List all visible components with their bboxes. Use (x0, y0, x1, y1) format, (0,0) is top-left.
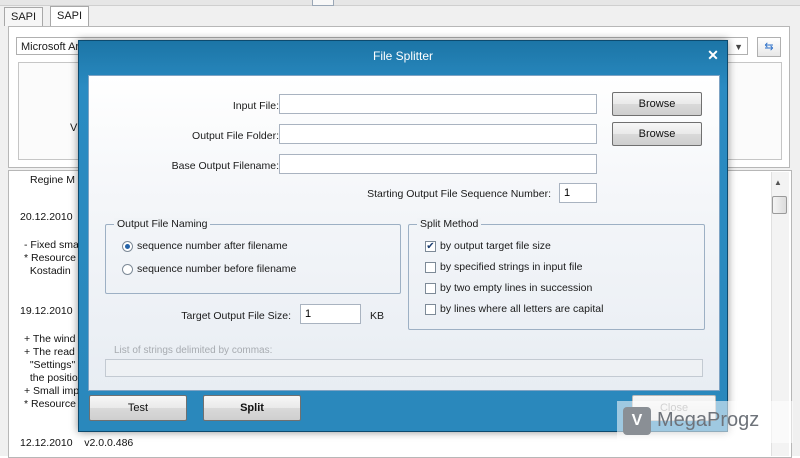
log-line: + Small imp (24, 385, 80, 397)
split-by-empty-lines-checkbox[interactable] (425, 283, 436, 294)
strings-list-field[interactable] (105, 359, 703, 377)
split-button[interactable]: Split (203, 395, 301, 421)
split-method-group: Split Method ✔ by output target file siz… (408, 218, 705, 330)
log-line: * Resource (24, 398, 76, 410)
browse-input-button[interactable]: Browse (612, 92, 702, 116)
log-line: "Settings" (24, 359, 76, 371)
close-icon[interactable]: ✕ (705, 46, 721, 64)
panel-label-fragment: V (70, 122, 78, 134)
split-by-strings-label[interactable]: by specified strings in input file (440, 261, 582, 273)
watermark: V MegaProgz (617, 401, 793, 443)
target-size-field[interactable] (300, 304, 361, 324)
top-button[interactable] (312, 0, 334, 6)
split-by-size-label[interactable]: by output target file size (440, 240, 551, 252)
output-folder-label: Output File Folder: (192, 130, 279, 142)
log-line: 12.12.2010 v2.0.0.486 (20, 437, 134, 449)
target-size-unit: KB (370, 310, 385, 322)
test-button[interactable]: Test (89, 395, 187, 421)
output-naming-legend: Output File Naming (114, 218, 211, 230)
output-naming-group: Output File Naming sequence number after… (105, 218, 401, 294)
top-strip (0, 0, 800, 6)
chevron-down-icon: ▼ (734, 42, 743, 52)
naming-after-label[interactable]: sequence number after filename (137, 240, 288, 252)
megaprogz-logo-icon: V (623, 407, 651, 435)
log-line: + The wind (24, 333, 76, 345)
dialog-client-area: Input File: Browse Output File Folder: B… (88, 75, 720, 391)
split-method-legend: Split Method (417, 218, 482, 230)
input-file-label: Input File: (232, 100, 279, 112)
split-by-capitals-label[interactable]: by lines where all letters are capital (440, 303, 603, 315)
tab-sapi5[interactable]: SAPI 5 (50, 6, 90, 40)
target-size-label: Target Output File Size: (181, 310, 291, 322)
log-line: 20.12.2010 (20, 211, 73, 223)
log-line: + The read (24, 346, 75, 358)
base-filename-field[interactable] (279, 154, 597, 174)
starting-sequence-field[interactable] (559, 183, 597, 203)
refresh-icon: ⇆ (764, 41, 774, 53)
log-line: Kostadin (24, 265, 71, 277)
log-line: the positio (24, 372, 78, 384)
log-line: Regine M (30, 174, 75, 186)
watermark-text: MegaProgz (657, 409, 760, 431)
split-by-empty-lines-label[interactable]: by two empty lines in succession (440, 282, 592, 294)
base-filename-label: Base Output Filename: (171, 160, 279, 172)
log-line: 19.12.2010 (20, 305, 73, 317)
dialog-title: File Splitter (372, 49, 434, 63)
scroll-thumb[interactable] (772, 196, 787, 214)
split-by-capitals-checkbox[interactable] (425, 304, 436, 315)
output-folder-field[interactable] (279, 124, 597, 144)
browse-folder-button[interactable]: Browse (612, 122, 702, 146)
naming-after-radio[interactable] (122, 241, 133, 252)
tab-sapi4[interactable]: SAPI 4 (4, 7, 44, 41)
naming-before-radio[interactable] (122, 264, 133, 275)
starting-sequence-label: Starting Output File Sequence Number: (367, 188, 551, 200)
file-splitter-dialog: File Splitter ✕ Input File: Browse Outpu… (78, 40, 728, 432)
log-line: * Resource (24, 252, 76, 264)
naming-before-label[interactable]: sequence number before filename (137, 263, 296, 275)
refresh-button[interactable]: ⇆ (757, 37, 781, 57)
scroll-up-icon[interactable]: ▲ (774, 178, 782, 187)
split-by-strings-checkbox[interactable] (425, 262, 436, 273)
voice-select-value: Microsoft Ar (21, 41, 80, 53)
log-line: - Fixed sma (24, 239, 79, 251)
input-file-field[interactable] (279, 94, 597, 114)
strings-list-label: List of strings delimited by commas: (114, 345, 273, 356)
split-by-size-checkbox[interactable]: ✔ (425, 241, 436, 252)
